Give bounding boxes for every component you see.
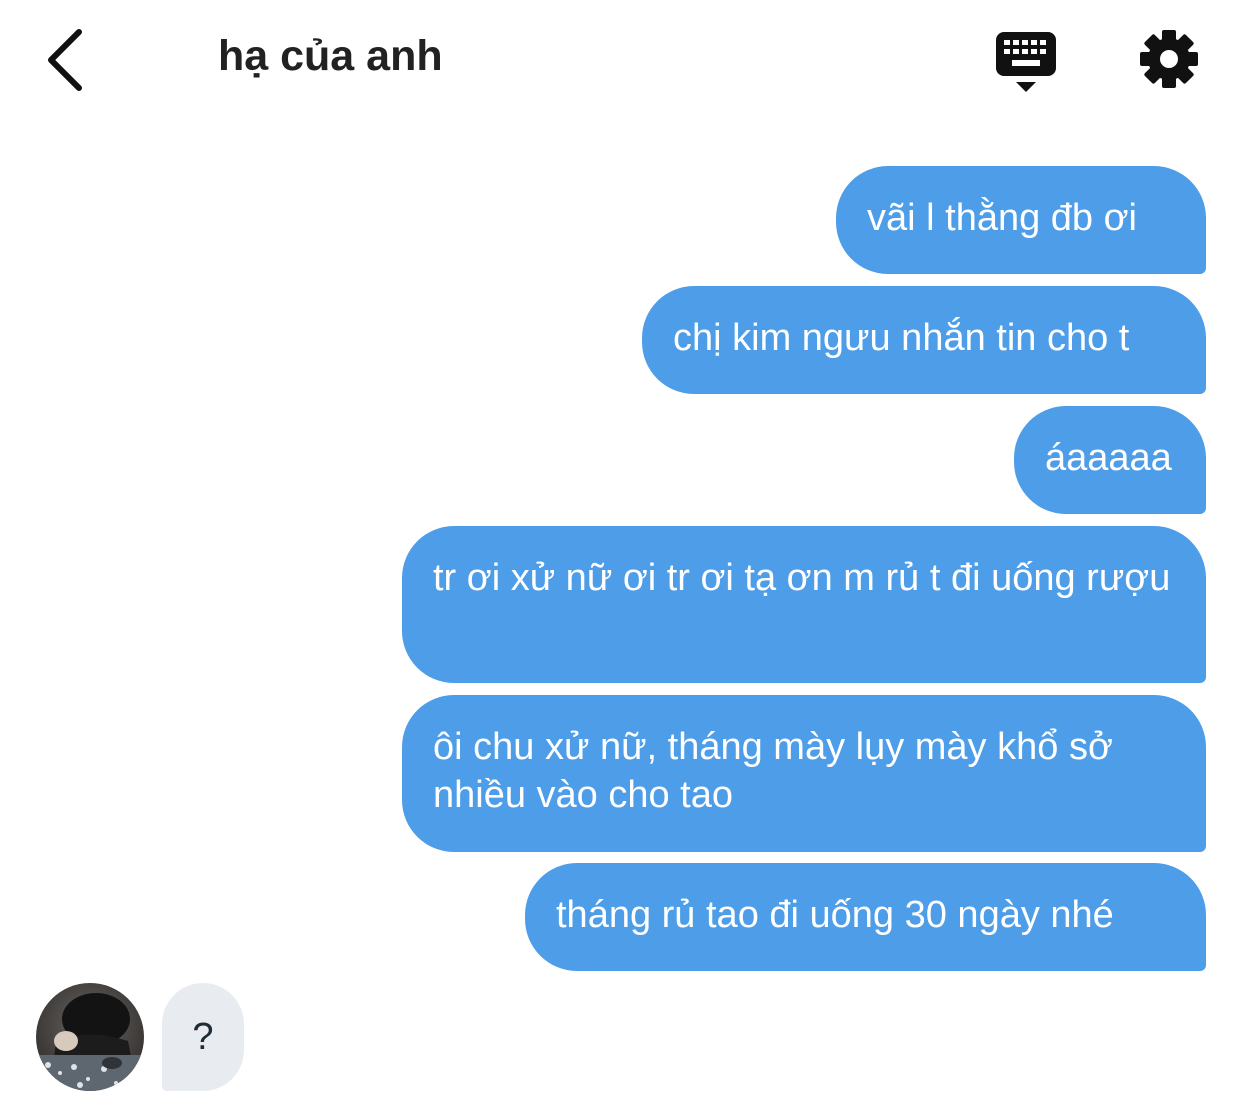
contact-avatar[interactable] <box>36 983 144 1091</box>
outgoing-message[interactable]: ôi chu xử nữ, tháng mày lụy mày khổ sở n… <box>402 695 1206 852</box>
keyboard-icon <box>996 32 1056 92</box>
gear-icon <box>1140 30 1198 88</box>
outgoing-message[interactable]: tháng rủ tao đi uống 30 ngày nhé <box>525 863 1206 971</box>
avatar-image <box>36 983 144 1091</box>
chat-title[interactable]: hạ của anh <box>218 32 443 81</box>
back-button[interactable] <box>30 20 100 100</box>
outgoing-message[interactable]: chị kim ngưu nhắn tin cho t <box>642 286 1206 394</box>
chat-header: hạ của anh <box>0 0 1242 120</box>
keyboard-button[interactable] <box>990 26 1062 96</box>
outgoing-message[interactable]: vãi l thằng đb ơi <box>836 166 1206 274</box>
incoming-message[interactable]: ? <box>162 983 244 1091</box>
outgoing-message[interactable]: áaaaaa <box>1014 406 1206 514</box>
settings-button[interactable] <box>1136 26 1202 92</box>
outgoing-message[interactable]: tr ơi xử nữ ơi tr ơi tạ ơn m rủ t đi uốn… <box>402 526 1206 683</box>
chevron-left-icon <box>48 29 82 91</box>
